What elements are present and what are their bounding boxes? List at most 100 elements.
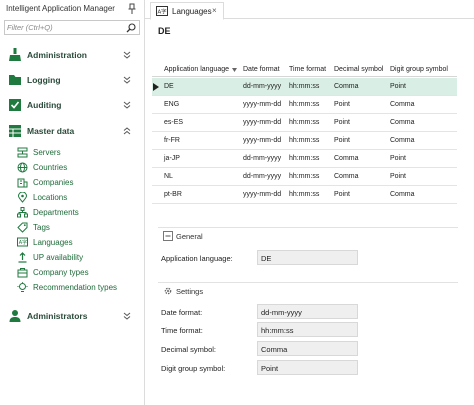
filter-box	[4, 20, 140, 35]
column-header-time-format[interactable]: Time format	[289, 66, 326, 73]
cell-date-format: dd-mm-yyyy	[243, 155, 282, 162]
field-application-language[interactable]: DE	[257, 250, 358, 265]
chevron-down-icon	[123, 312, 131, 320]
checkbox-icon	[9, 99, 21, 111]
location-pin-icon	[17, 192, 28, 203]
cell-digit-group-symbol: Comma	[390, 101, 415, 108]
nav-section-master-data[interactable]: Master data	[0, 122, 145, 140]
cell-application-language: ENG	[164, 101, 180, 108]
cell-date-format: yyyy-mm-dd	[243, 101, 282, 108]
sidebar-item-label: Servers	[33, 148, 61, 157]
cell-time-format: hh:mm:ss	[289, 83, 320, 90]
pin-icon[interactable]	[127, 3, 137, 15]
group-title-general: General	[176, 232, 203, 241]
cell-digit-group-symbol: Point	[390, 173, 406, 180]
field-decimal-symbol[interactable]: Comma	[257, 341, 358, 356]
nav-section-label: Auditing	[27, 100, 62, 110]
chevron-down-icon	[123, 76, 131, 84]
sidebar-item-label: Tags	[33, 223, 50, 232]
table-row[interactable]: NL dd-mm-yyyy hh:mm:ss Comma Point	[152, 168, 457, 186]
cell-date-format: yyyy-mm-dd	[243, 137, 282, 144]
sidebar-item-recommendation-types[interactable]: Recommendation types	[0, 280, 145, 294]
table-row[interactable]: pt-BR yyyy-mm-dd hh:mm:ss Point Comma	[152, 186, 457, 204]
divider	[158, 282, 458, 283]
nav-section-administration[interactable]: Administration	[0, 46, 145, 64]
departments-icon	[17, 207, 28, 218]
table-row[interactable]: ENG yyyy-mm-dd hh:mm:ss Point Comma	[152, 96, 457, 114]
chevron-up-icon	[123, 127, 131, 135]
field-label-decimal-symbol: Decimal symbol:	[161, 345, 217, 354]
cell-application-language: NL	[164, 173, 173, 180]
field-label-digit-group-symbol: Digit group symbol:	[161, 364, 226, 373]
cell-digit-group-symbol: Comma	[390, 191, 415, 198]
sidebar-item-up-availability[interactable]: UP availability	[0, 250, 145, 264]
sidebar-item-languages[interactable]: A字 Languages	[0, 235, 145, 249]
sidebar-item-label: Languages	[33, 238, 73, 247]
chevron-down-icon	[123, 51, 131, 59]
cell-time-format: hh:mm:ss	[289, 101, 320, 108]
field-label-date-format: Date format:	[161, 308, 203, 317]
cell-decimal-symbol: Comma	[334, 155, 359, 162]
cell-digit-group-symbol: Point	[390, 155, 406, 162]
tab-languages[interactable]: A字 Languages ×	[150, 2, 224, 20]
person-icon	[9, 310, 21, 322]
sidebar-item-tags[interactable]: Tags	[0, 220, 145, 234]
collapse-group-icon[interactable]	[163, 231, 173, 241]
table-row[interactable]: es-ES yyyy-mm-dd hh:mm:ss Point Comma	[152, 114, 457, 132]
sidebar-item-countries[interactable]: Countries	[0, 160, 145, 174]
cell-date-format: yyyy-mm-dd	[243, 119, 282, 126]
field-value: Point	[261, 364, 279, 373]
building-icon	[17, 178, 28, 188]
chevron-down-icon	[123, 101, 131, 109]
nav-section-label: Administration	[27, 50, 87, 60]
svg-text:A字: A字	[19, 239, 27, 246]
folder-icon	[9, 75, 21, 85]
sidebar-item-servers[interactable]: Servers	[0, 145, 145, 159]
app-title-bar: Intelligent Application Manager	[0, 0, 145, 20]
column-header-date-format[interactable]: Date format	[243, 66, 280, 73]
field-label-time-format: Time format:	[161, 326, 203, 335]
cell-decimal-symbol: Comma	[334, 83, 359, 90]
cell-time-format: hh:mm:ss	[289, 191, 320, 198]
sidebar-item-company-types[interactable]: Company types	[0, 265, 145, 279]
nav-section-label: Administrators	[27, 311, 88, 321]
company-type-icon	[17, 268, 28, 278]
close-tab-icon[interactable]: ×	[212, 6, 217, 15]
globe-icon	[17, 162, 28, 173]
filter-input[interactable]	[7, 22, 123, 33]
cell-decimal-symbol: Point	[334, 191, 350, 198]
current-row-indicator-icon	[153, 83, 159, 91]
nav-section-auditing[interactable]: Auditing	[0, 96, 145, 114]
table-row[interactable]: DE dd-mm-yyyy hh:mm:ss Comma Point	[152, 78, 457, 96]
cell-decimal-symbol: Comma	[334, 173, 359, 180]
field-value: dd-mm-yyyy	[261, 308, 302, 317]
search-icon[interactable]	[126, 23, 136, 33]
table-row[interactable]: ja-JP dd-mm-yyyy hh:mm:ss Comma Point	[152, 150, 457, 168]
nav-section-administrators[interactable]: Administrators	[0, 307, 145, 325]
cell-time-format: hh:mm:ss	[289, 173, 320, 180]
nav-section-logging[interactable]: Logging	[0, 71, 145, 89]
cell-date-format: dd-mm-yyyy	[243, 173, 282, 180]
sidebar-item-label: Company types	[33, 268, 89, 277]
sidebar-item-label: Departments	[33, 208, 79, 217]
grid-header: Application language Date format Time fo…	[152, 63, 457, 77]
column-header-decimal-symbol[interactable]: Decimal symbol	[334, 66, 383, 73]
lightbulb-icon	[17, 282, 28, 292]
cell-time-format: hh:mm:ss	[289, 137, 320, 144]
field-digit-group-symbol[interactable]: Point	[257, 360, 358, 375]
field-time-format[interactable]: hh:mm:ss	[257, 322, 358, 337]
grid-icon	[9, 125, 21, 137]
sidebar-item-label: Recommendation types	[33, 283, 118, 292]
sidebar-item-locations[interactable]: Locations	[0, 190, 145, 204]
cell-date-format: dd-mm-yyyy	[243, 83, 282, 90]
table-row[interactable]: fr-FR yyyy-mm-dd hh:mm:ss Point Comma	[152, 132, 457, 150]
field-value: DE	[261, 254, 272, 263]
svg-text:A字: A字	[158, 7, 168, 15]
field-date-format[interactable]: dd-mm-yyyy	[257, 304, 358, 319]
column-header-application-language[interactable]: Application language	[164, 66, 229, 73]
cell-application-language: pt-BR	[164, 191, 182, 198]
cell-application-language: DE	[164, 83, 174, 90]
sidebar-item-departments[interactable]: Departments	[0, 205, 145, 219]
sidebar-item-companies[interactable]: Companies	[0, 175, 145, 189]
column-header-digit-group-symbol[interactable]: Digit group symbol	[390, 66, 448, 73]
